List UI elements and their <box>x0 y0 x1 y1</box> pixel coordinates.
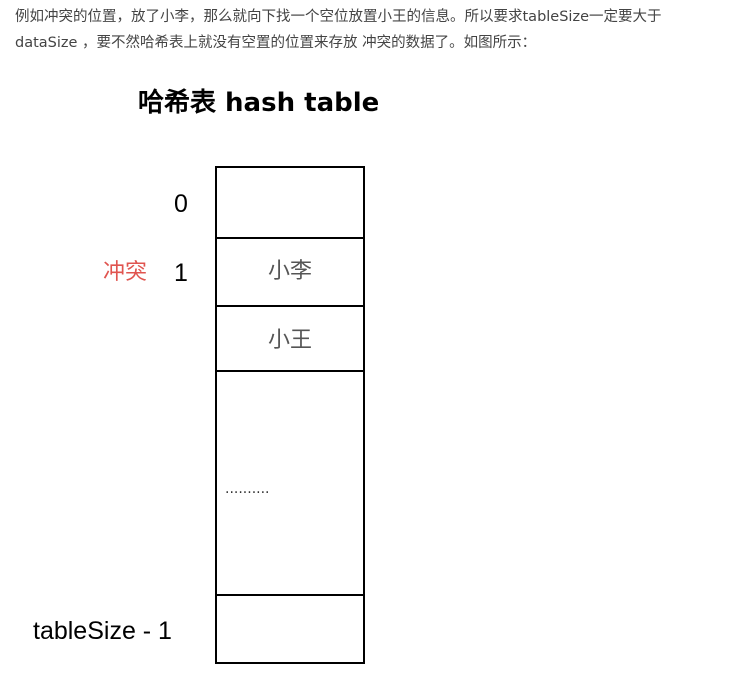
index-label-0: 0 <box>174 190 188 218</box>
row-divider <box>217 237 363 239</box>
index-label-1: 1 <box>174 259 188 287</box>
table-cell-2: 小王 <box>267 328 312 353</box>
intro-paragraph: 例如冲突的位置，放了小李，那么就向下找一个空位放置小王的信息。所以要求table… <box>15 4 735 56</box>
diagram-title: 哈希表 hash table <box>138 88 380 118</box>
row-divider <box>217 305 363 307</box>
table-cell-1: 小李 <box>267 259 312 284</box>
intro-line-1: 例如冲突的位置，放了小李，那么就向下找一个空位放置小王的信息。所以要求table… <box>15 9 662 25</box>
intro-line-2: dataSize ，要不然哈希表上就没有空置的位置来存放 冲突的数据了。如图所示… <box>15 35 537 51</box>
conflict-label: 冲突 <box>103 260 148 285</box>
row-divider <box>217 370 363 372</box>
row-divider <box>217 594 363 596</box>
index-label-last: tableSize - 1 <box>33 617 172 645</box>
hash-table: 小李 小王 .......... <box>215 166 365 664</box>
ellipsis-dots: .......... <box>225 481 270 497</box>
